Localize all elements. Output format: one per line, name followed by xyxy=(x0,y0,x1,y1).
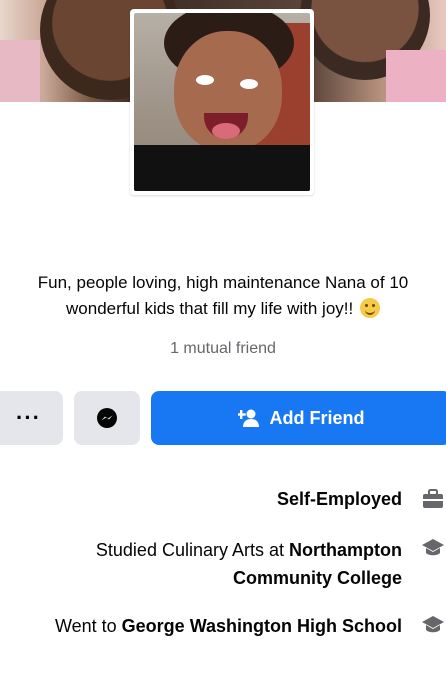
detail-prefix: Studied Culinary Arts at xyxy=(95,540,290,560)
cover-photo-detail xyxy=(386,50,446,102)
bio-line: Fun, people loving, high maintenance Nan… xyxy=(37,273,409,292)
detail-text: Studied Culinary Arts at Northampton Com… xyxy=(0,536,402,592)
briefcase-icon xyxy=(423,489,443,508)
detail-prefix: Went to xyxy=(54,616,122,636)
bio-line: wonderful kids that fill my life with jo… xyxy=(10,296,436,322)
profile-picture[interactable] xyxy=(130,9,314,195)
graduation-cap-icon xyxy=(422,616,444,633)
profile-bio: Fun, people loving, high maintenance Nan… xyxy=(10,270,436,322)
messenger-icon xyxy=(97,408,117,428)
detail-work: Self-Employed xyxy=(0,485,402,513)
employer-link[interactable]: Self-Employed xyxy=(277,489,402,509)
ellipsis-icon: ··· xyxy=(16,405,41,430)
bio-line-text: wonderful kids that fill my life with jo… xyxy=(66,299,354,318)
add-friend-button[interactable]: Add Friend xyxy=(151,391,446,445)
high-school-link[interactable]: George Washington High School xyxy=(122,616,402,636)
message-button[interactable] xyxy=(74,391,140,445)
add-friend-label: Add Friend xyxy=(269,407,365,428)
smiling-face-emoji-icon xyxy=(359,298,380,318)
more-options-button[interactable]: ··· xyxy=(0,391,63,445)
cover-photo-detail xyxy=(0,40,40,102)
graduation-cap-icon xyxy=(422,539,444,556)
mutual-friends-link[interactable]: 1 mutual friend xyxy=(0,340,446,358)
detail-high-school: Went to George Washington High School xyxy=(0,612,402,640)
detail-text: Self-Employed xyxy=(277,485,402,513)
detail-college: Studied Culinary Arts at Northampton Com… xyxy=(0,536,402,592)
detail-text: Went to George Washington High School xyxy=(55,612,402,640)
add-person-icon xyxy=(237,409,259,427)
avatar xyxy=(134,13,310,191)
